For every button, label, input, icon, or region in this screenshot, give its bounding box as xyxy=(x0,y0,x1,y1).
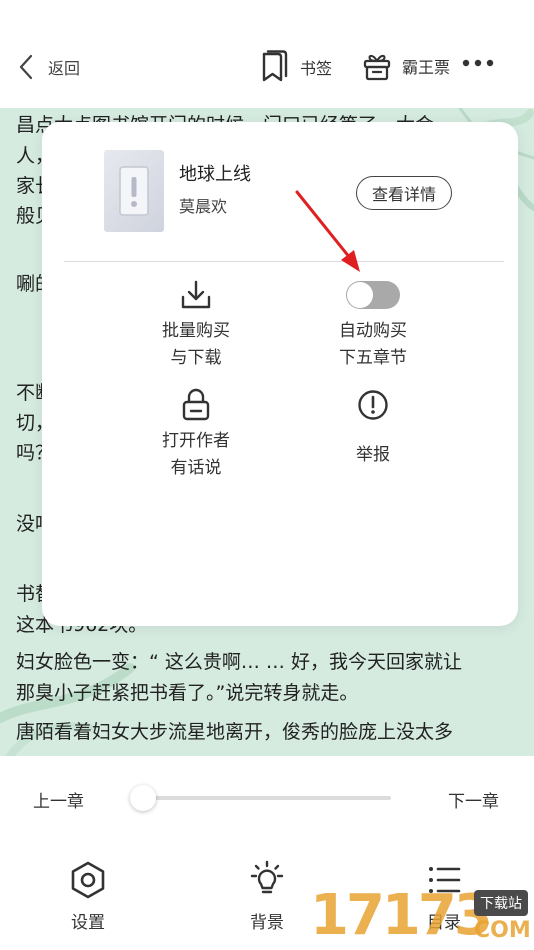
popup-divider xyxy=(64,261,504,262)
bookmark-label: 书签 xyxy=(300,59,333,78)
back-label: 返回 xyxy=(48,59,81,78)
book-cover-exclamation-icon xyxy=(119,166,149,216)
view-details-button[interactable]: 查看详情 xyxy=(356,176,452,210)
book-author: 莫晨欢 xyxy=(179,197,228,216)
report-label: 举报 xyxy=(356,445,390,465)
more-options-popup: 地球上线 莫晨欢 查看详情 批量购买 与下载 自动购买 下五章节 打开作者 有话… xyxy=(42,122,518,626)
reader-line: 唐陌看着妇女大步流星地离开，俊秀的脸庞上没太多 xyxy=(16,721,454,743)
slider-handle[interactable] xyxy=(130,785,156,811)
bottom-panel: 上一章 下一章 设置 背景 目录 xyxy=(0,756,534,950)
toc-label: 目录 xyxy=(427,913,461,933)
batch-buy-download-button[interactable]: 批量购买 与下载 xyxy=(121,276,271,372)
auto-buy-toggle-item[interactable]: 自动购买 下五章节 xyxy=(298,276,448,372)
auto-line-1: 自动购买 xyxy=(339,321,407,341)
annotation-arrow xyxy=(295,190,360,272)
more-icon[interactable] xyxy=(462,58,494,68)
settings-button[interactable]: 设置 xyxy=(48,860,128,933)
toggle-knob xyxy=(347,282,373,308)
list-icon xyxy=(429,867,461,893)
top-bar: 返回 书签 霸王票 xyxy=(0,0,534,108)
settings-label: 设置 xyxy=(71,913,105,933)
report-button[interactable]: 举报 xyxy=(298,386,448,469)
settings-hexagon-icon xyxy=(71,861,105,899)
auto-buy-toggle[interactable] xyxy=(346,281,400,309)
background-button[interactable]: 背景 xyxy=(227,860,307,933)
author-line-2: 有话说 xyxy=(170,458,222,478)
reader-line: 那臭小子赶紧把书看了。”说完转身就走。 xyxy=(16,682,359,704)
table-of-contents-button[interactable]: 目录 xyxy=(404,860,484,933)
batch-line-2: 与下载 xyxy=(170,348,222,368)
chevron-left-icon xyxy=(19,54,33,80)
download-icon xyxy=(181,280,211,309)
ticket-label: 霸王票 xyxy=(402,58,451,77)
auto-line-2: 下五章节 xyxy=(339,348,407,368)
batch-line-1: 批量购买 xyxy=(162,321,230,341)
book-cover[interactable] xyxy=(104,150,164,232)
back-button[interactable]: 返回 xyxy=(16,52,80,82)
author-line-1: 打开作者 xyxy=(162,431,230,451)
lightbulb-icon xyxy=(250,860,284,894)
lock-icon xyxy=(182,388,210,421)
prev-chapter-button[interactable]: 上一章 xyxy=(33,787,84,812)
next-chapter-button[interactable]: 下一章 xyxy=(448,787,499,812)
bookmark-icon xyxy=(262,50,288,82)
ticket-button[interactable]: 霸王票 xyxy=(362,50,450,82)
author-notes-button[interactable]: 打开作者 有话说 xyxy=(121,386,271,482)
gift-icon xyxy=(363,54,391,81)
bookmark-button[interactable]: 书签 xyxy=(258,50,332,84)
chapter-progress-slider[interactable] xyxy=(143,796,391,800)
background-label: 背景 xyxy=(250,913,284,933)
reader-line: 妇女脸色一变：“ 这么贵啊… … 好，我今天回家就让 xyxy=(16,651,462,673)
book-title: 地球上线 xyxy=(179,164,251,185)
alert-circle-icon xyxy=(358,390,388,420)
